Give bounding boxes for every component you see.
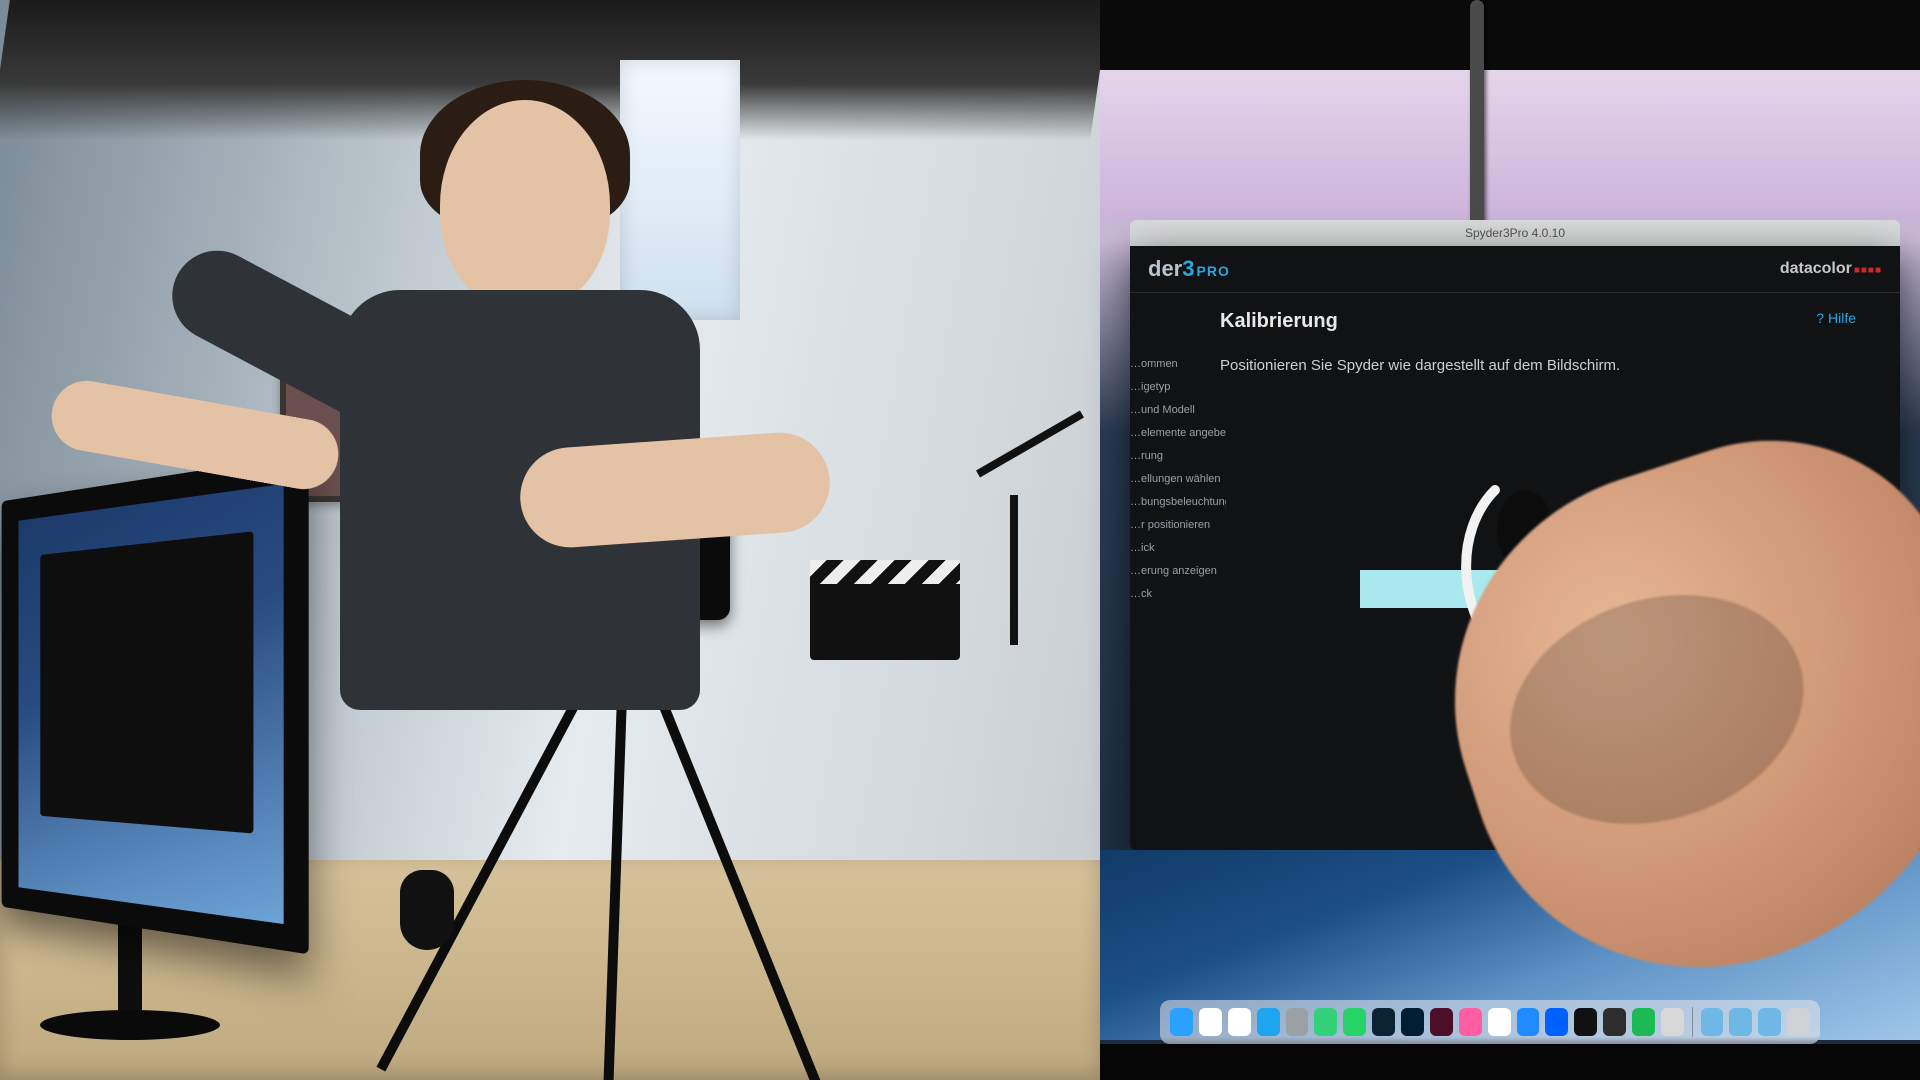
wizard-step[interactable]: …rung — [1130, 450, 1226, 462]
folder-1-icon[interactable] — [1701, 1008, 1724, 1036]
wizard-step[interactable]: …ick — [1130, 542, 1226, 554]
terminal-icon[interactable] — [1574, 1008, 1597, 1036]
wizard-step[interactable]: …r positionieren — [1130, 519, 1226, 531]
folder-2-icon[interactable] — [1729, 1008, 1752, 1036]
desk-lamp — [970, 440, 1100, 660]
wizard-step[interactable]: …ellungen wählen — [1130, 473, 1226, 485]
macos-dock[interactable] — [1160, 1000, 1820, 1044]
messages-icon[interactable] — [1314, 1008, 1337, 1036]
wizard-step[interactable]: …elemente angeben — [1130, 427, 1226, 439]
wizard-step[interactable]: …und Modell — [1130, 404, 1226, 416]
app-header: der3PRO datacolor■■■■ — [1130, 246, 1900, 293]
wizard-step[interactable]: …ommen — [1130, 358, 1226, 370]
person — [280, 100, 720, 880]
app-window-titlebar[interactable]: Spyder3Pro 4.0.10 — [1130, 220, 1900, 246]
left-monitor — [2, 454, 309, 955]
company-brand: datacolor■■■■ — [1780, 260, 1882, 278]
company-name: datacolor — [1780, 260, 1852, 277]
dock-separator — [1692, 1007, 1693, 1037]
whatsapp-icon[interactable] — [1343, 1008, 1366, 1036]
safari-icon[interactable] — [1257, 1008, 1280, 1036]
photoshop-icon[interactable] — [1401, 1008, 1424, 1036]
brand-prefix: der — [1148, 256, 1182, 281]
left-monitor-calibration-app — [40, 531, 253, 833]
desktop-background-top — [1100, 70, 1920, 220]
product-brand: der3PRO — [1148, 256, 1230, 282]
wizard-step[interactable]: …ck — [1130, 588, 1226, 600]
wizard-step[interactable]: …igetyp — [1130, 381, 1226, 393]
dropbox-icon[interactable] — [1545, 1008, 1568, 1036]
panel-instruction: Positionieren Sie Spyder wie dargestellt… — [1220, 357, 1870, 374]
monitor-top-bezel — [1100, 0, 1920, 70]
company-accent: ■■■■ — [1854, 265, 1882, 276]
photos-icon[interactable] — [1488, 1008, 1511, 1036]
brand-suffix: PRO — [1197, 263, 1230, 279]
trash-icon[interactable] — [1787, 1008, 1810, 1036]
window-title-text: Spyder3Pro 4.0.10 — [1465, 226, 1565, 240]
settings-icon[interactable] — [1286, 1008, 1309, 1036]
left-scene-photo — [0, 0, 1100, 1080]
wizard-step[interactable]: …erung anzeigen — [1130, 565, 1226, 577]
panel-title: Kalibrierung — [1220, 310, 1870, 333]
monitor-bottom-bezel — [1100, 1044, 1920, 1080]
spotify-icon[interactable] — [1632, 1008, 1655, 1036]
film-clapperboard — [810, 560, 960, 660]
wizard-step-list: …ommen …igetyp …und Modell …elemente angebe… — [1130, 358, 1226, 600]
skype-icon[interactable] — [1661, 1008, 1684, 1036]
wizard-step[interactable]: …bungsbeleuchtung — [1130, 496, 1226, 508]
lightroom-icon[interactable] — [1372, 1008, 1395, 1036]
brand-number: 3 — [1182, 256, 1194, 281]
spyder-usb-cable — [1470, 0, 1484, 250]
reminders-icon[interactable] — [1228, 1008, 1251, 1036]
indesign-icon[interactable] — [1430, 1008, 1453, 1036]
computer-mouse — [400, 870, 454, 950]
folder-3-icon[interactable] — [1758, 1008, 1781, 1036]
itunes-icon[interactable] — [1459, 1008, 1482, 1036]
appstore-icon[interactable] — [1517, 1008, 1540, 1036]
left-monitor-screen — [19, 484, 284, 924]
finder-icon[interactable] — [1170, 1008, 1193, 1036]
calendar-icon[interactable] — [1199, 1008, 1222, 1036]
right-scene-monitor-closeup: Spyder3Pro 4.0.10 der3PRO datacolor■■■■ … — [1100, 0, 1920, 1080]
capture-icon[interactable] — [1603, 1008, 1626, 1036]
